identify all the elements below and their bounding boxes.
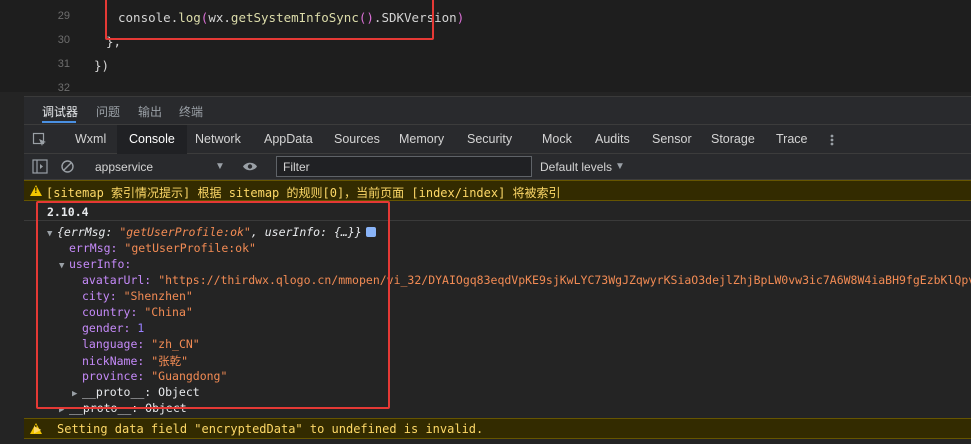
tab-console[interactable]: Console — [117, 125, 187, 154]
tab-mock[interactable]: Mock — [542, 125, 572, 154]
tab-trace[interactable]: Trace — [776, 125, 808, 154]
chevron-down-icon[interactable]: ▼ — [215, 161, 225, 172]
tab-sources[interactable]: Sources — [334, 125, 380, 154]
code-line-31[interactable]: }) — [94, 58, 109, 73]
warning-text: Setting data field "encryptedData" to un… — [57, 422, 484, 436]
tab-wxml[interactable]: Wxml — [75, 125, 106, 154]
tab-storage[interactable]: Storage — [711, 125, 755, 154]
filter-input[interactable]: Filter — [276, 156, 532, 177]
warning-icon — [30, 185, 42, 196]
active-tab-indicator — [42, 121, 76, 123]
expand-arrow-icon[interactable]: ▶ — [34, 422, 41, 436]
eye-icon[interactable] — [242, 161, 258, 172]
console-output: [sitemap 索引情况提示] 根据 sitemap 的规则[0]，当前页面 … — [24, 180, 971, 444]
tab-sensor[interactable]: Sensor — [652, 125, 692, 154]
line-number: 31 — [57, 58, 70, 70]
clear-console-icon[interactable] — [60, 159, 75, 174]
bottom-panel-tabs: 调试器 问题 输出 终端 — [24, 96, 971, 124]
chevron-down-icon[interactable]: ▼ — [615, 161, 625, 172]
log-levels-select[interactable]: Default levels — [540, 160, 612, 174]
tab-security[interactable]: Security — [467, 125, 512, 154]
more-tabs-icon[interactable] — [830, 134, 834, 146]
tab-debugger[interactable]: 调试器 — [42, 103, 78, 120]
console-warning-row: ▶ Setting data field "encryptedData" to … — [24, 418, 971, 439]
tab-appdata[interactable]: AppData — [264, 125, 313, 154]
code-editor[interactable]: 29 30 31 32 console.log(wx.getSystemInfo… — [0, 0, 971, 94]
inspect-element-icon[interactable] — [32, 132, 48, 148]
line-number: 32 — [57, 82, 70, 94]
context-select[interactable]: appservice — [95, 160, 153, 174]
line-number: 30 — [57, 34, 70, 46]
devtools-tabs: Wxml Console Network AppData Sources Mem… — [24, 124, 971, 154]
warning-text: [sitemap 索引情况提示] 根据 sitemap 的规则[0]，当前页面 … — [46, 186, 561, 200]
tab-memory[interactable]: Memory — [399, 125, 444, 154]
line-number: 29 — [57, 10, 70, 22]
tab-problems[interactable]: 问题 — [96, 103, 120, 120]
sidebar-toggle-icon[interactable] — [32, 159, 48, 174]
tab-output[interactable]: 输出 — [138, 103, 162, 120]
tab-audits[interactable]: Audits — [595, 125, 630, 154]
highlight-box-code — [105, 0, 434, 40]
tab-network[interactable]: Network — [195, 125, 241, 154]
tab-terminal[interactable]: 终端 — [179, 103, 203, 120]
console-toolbar: appservice ▼ Filter Default levels ▼ — [24, 154, 971, 180]
console-warning-row: [sitemap 索引情况提示] 根据 sitemap 的规则[0]，当前页面 … — [24, 180, 971, 201]
highlight-box-output — [36, 201, 390, 409]
